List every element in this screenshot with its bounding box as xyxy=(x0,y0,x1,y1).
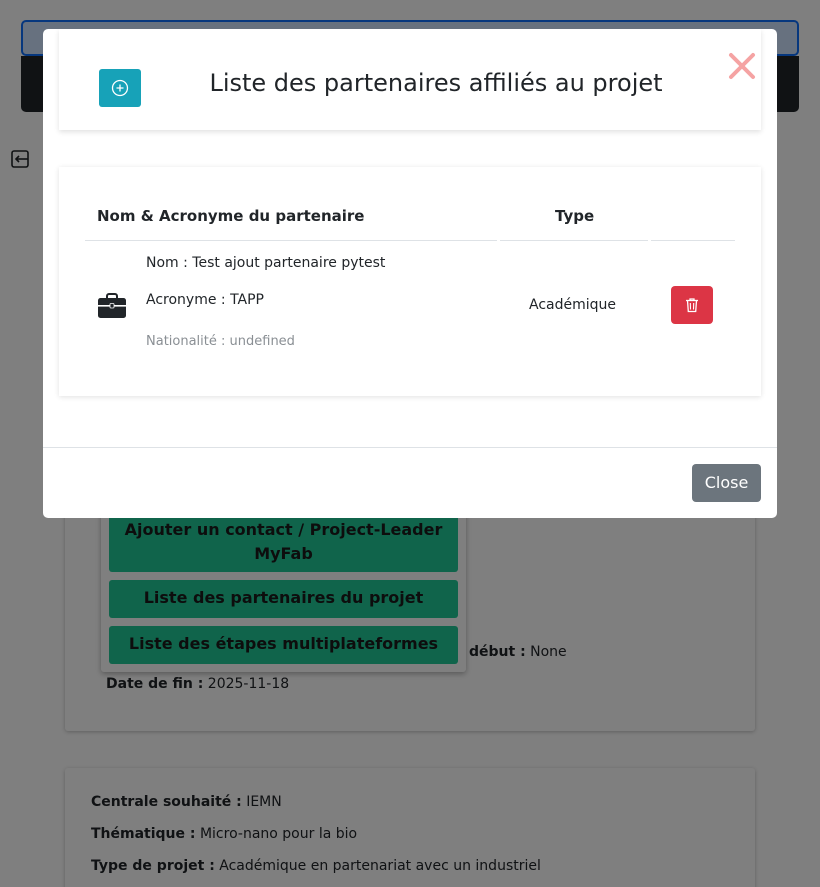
modal-footer-divider xyxy=(43,447,777,448)
delete-partner-button[interactable] xyxy=(671,286,713,324)
trash-icon xyxy=(686,298,698,313)
column-header-type: Type xyxy=(555,207,595,225)
header-divider xyxy=(651,240,735,241)
column-header-name: Nom & Acronyme du partenaire xyxy=(97,207,365,225)
header-divider xyxy=(500,240,648,241)
modal-header: Liste des partenaires affiliés au projet xyxy=(59,29,761,130)
header-divider xyxy=(85,240,497,241)
partner-name: Nom : Test ajout partenaire pytest xyxy=(146,255,386,271)
partners-table: Nom & Acronyme du partenaire Type Nom : … xyxy=(59,167,761,396)
partner-type: Académique xyxy=(529,297,617,313)
close-icon[interactable] xyxy=(725,49,759,83)
partner-nationality: Nationalité : undefined xyxy=(146,334,295,349)
partners-modal: Liste des partenaires affiliés au projet… xyxy=(43,29,777,518)
modal-title: Liste des partenaires affiliés au projet xyxy=(209,69,663,97)
close-button[interactable]: Close xyxy=(692,464,761,502)
partner-acronym: Acronyme : TAPP xyxy=(146,292,264,308)
briefcase-icon xyxy=(98,293,126,318)
